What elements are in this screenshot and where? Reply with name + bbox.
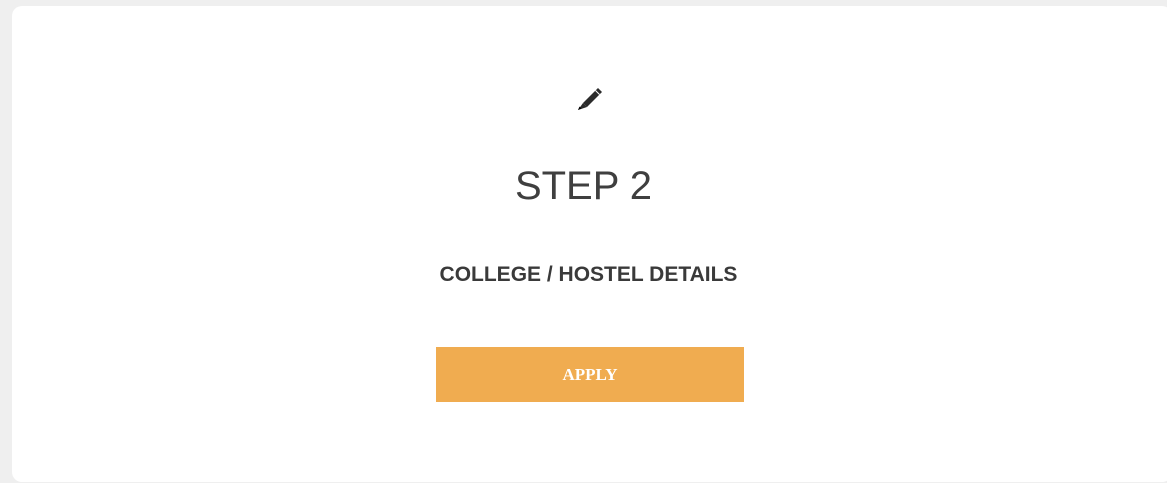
pencil-icon [578, 88, 602, 110]
step-subtitle: COLLEGE / HOSTEL DETAILS [439, 263, 738, 286]
apply-button[interactable]: APPLY [436, 347, 744, 402]
step-card [12, 6, 1167, 482]
step-title: STEP 2 [514, 164, 653, 208]
